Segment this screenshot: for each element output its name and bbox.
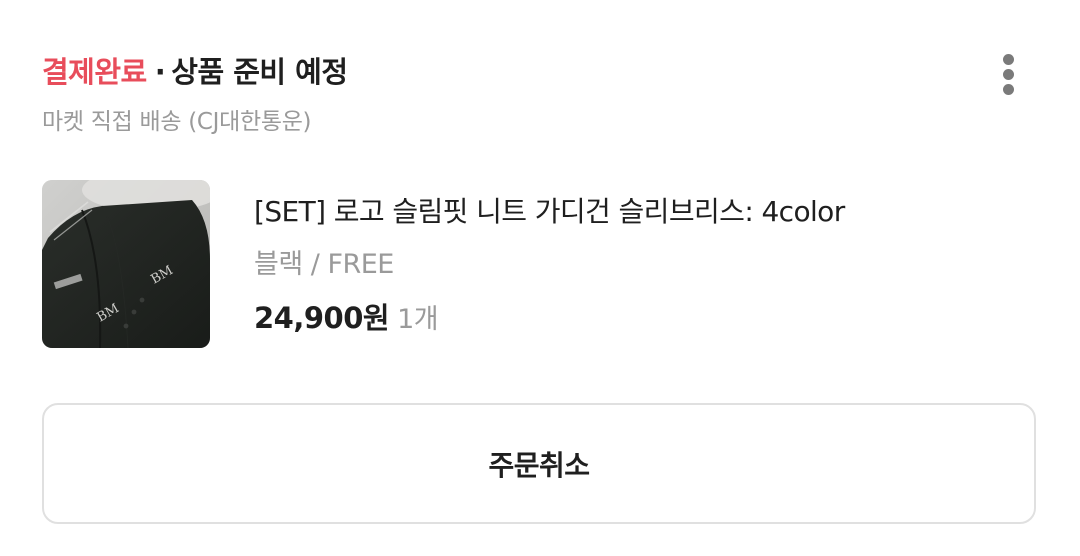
product-name[interactable]: [SET] 로고 슬림핏 니트 가디건 슬리브리스: 4color: [254, 192, 845, 232]
price-line: 24,900원 1개: [254, 298, 439, 338]
cancel-order-label: 주문취소: [488, 448, 590, 482]
cancel-order-button[interactable]: 주문취소: [42, 403, 1036, 524]
status-paid-label: 결제완료: [42, 55, 147, 89]
more-dot-middle: [1003, 69, 1014, 80]
status-separator: ·: [154, 55, 166, 89]
more-vertical-icon: [1003, 54, 1014, 65]
status-preparing-label: 상품 준비 예정: [171, 55, 348, 89]
more-dot-bottom: [1003, 84, 1014, 95]
product-quantity: 1개: [397, 304, 439, 335]
product-price: 24,900원: [254, 301, 390, 335]
product-option: 블랙 / FREE: [254, 249, 394, 280]
product-image: BM BM: [42, 180, 210, 348]
delivery-info: 마켓 직접 배송 (CJ대한통운): [42, 109, 312, 135]
product-thumbnail[interactable]: BM BM: [42, 180, 210, 348]
order-status: 결제완료 · 상품 준비 예정: [42, 52, 348, 92]
more-options-button[interactable]: [984, 48, 1032, 100]
